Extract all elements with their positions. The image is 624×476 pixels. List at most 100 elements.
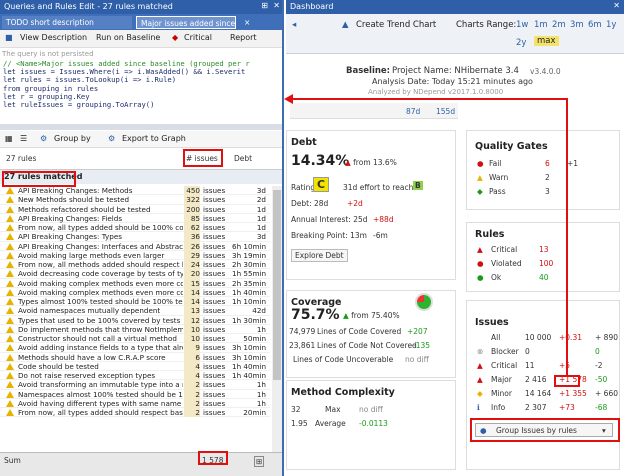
- range-2m[interactable]: 2m: [552, 20, 566, 30]
- issues-unit: issues: [203, 232, 226, 242]
- debt-value: 1h 10min: [232, 297, 267, 306]
- tab-155d[interactable]: 155d: [436, 107, 455, 116]
- analysis-date: Analysis Date: Today 15:21 minutes ago: [372, 77, 533, 86]
- range-2y[interactable]: 2y: [516, 38, 526, 48]
- table-row[interactable]: Do not raise reserved exception types 4 is…: [0, 371, 270, 381]
- dashboard-back-icon[interactable]: ◂: [292, 20, 296, 30]
- export-to-graph-button[interactable]: Export to Graph: [122, 134, 186, 143]
- tab-major-issues[interactable]: Major issues added since ba...: [136, 16, 236, 29]
- table-row[interactable]: Do implement methods that throw NotImple…: [0, 324, 270, 334]
- run-on-baseline-button[interactable]: Run on Baseline: [96, 33, 160, 42]
- tab-close-icon[interactable]: ×: [240, 16, 254, 29]
- table-row[interactable]: Avoid making complex methods even more c…: [0, 278, 270, 288]
- rules-critical[interactable]: Critical: [491, 245, 517, 254]
- table-row[interactable]: Avoid making complex methods even more c…: [0, 287, 270, 297]
- range-max[interactable]: max: [534, 36, 559, 46]
- table-row[interactable]: Avoid namespaces mutually dependent 13 iss…: [0, 306, 270, 316]
- severity-icon: ⊗: [477, 347, 484, 356]
- issue-severity[interactable]: Blocker: [491, 347, 519, 356]
- table-row[interactable]: From now, all types added should respect…: [0, 408, 270, 418]
- tab-87d[interactable]: 87d: [406, 107, 420, 116]
- report-button[interactable]: Report: [230, 33, 257, 42]
- issue-count: 29: [184, 250, 200, 260]
- qg-pass[interactable]: Pass: [489, 187, 506, 196]
- table-row[interactable]: Constructor should not call a virtual me…: [0, 334, 270, 344]
- table-row[interactable]: From now, all types added should be 100%…: [0, 223, 270, 233]
- tab-todo[interactable]: TODO short description: [2, 16, 132, 29]
- annual-interest-delta: +88d: [373, 215, 394, 224]
- table-row[interactable]: Methods refactored should be tested 200 is…: [0, 204, 270, 214]
- highlight-sum: [198, 451, 228, 465]
- pin-icon[interactable]: ⊞: [261, 1, 268, 10]
- qg-warn[interactable]: Warn: [489, 173, 508, 182]
- issue-severity[interactable]: Major: [491, 375, 512, 384]
- rule-name: Avoid having different types with same n…: [18, 398, 182, 408]
- rule-name: Methods refactored should be tested: [18, 204, 151, 214]
- rules-list: API Breaking Changes: Methods 450 issues 3d…: [0, 186, 270, 452]
- coverage-percent: 75.7%: [291, 307, 340, 323]
- issue-severity[interactable]: Minor: [491, 389, 512, 398]
- save-icon[interactable]: ■: [5, 33, 13, 42]
- table-row[interactable]: API Breaking Changes: Interfaces and Abs…: [0, 241, 270, 251]
- qg-fail[interactable]: Fail: [489, 159, 501, 168]
- range-1w[interactable]: 1w: [516, 20, 528, 30]
- warning-icon: [6, 399, 14, 407]
- debt-column-header[interactable]: Debt: [234, 154, 252, 163]
- editor-splitter[interactable]: [0, 124, 282, 130]
- issue-count: 14: [184, 297, 200, 307]
- covered-delta: +207: [407, 327, 428, 336]
- table-row[interactable]: API Breaking Changes: Methods 450 issues 3d: [0, 186, 270, 196]
- rule-name: Do implement methods that throw NotImple…: [18, 324, 183, 334]
- rule-name: Avoid adding instance fields to a type t…: [18, 343, 183, 353]
- rules-violated[interactable]: Violated: [491, 259, 522, 268]
- range-6m[interactable]: 6m: [588, 20, 602, 30]
- issue-severity[interactable]: Critical: [491, 361, 517, 370]
- range-3m[interactable]: 3m: [570, 20, 584, 30]
- query-editor[interactable]: // <Name>Major issues added since baseli…: [0, 60, 282, 124]
- table-row[interactable]: Types that used to be 100% covered by te…: [0, 315, 270, 325]
- range-1y[interactable]: 1y: [606, 20, 616, 30]
- range-1m[interactable]: 1m: [534, 20, 548, 30]
- vertical-scrollbar[interactable]: [272, 186, 282, 452]
- dashboard-close-icon[interactable]: ✕: [613, 1, 620, 10]
- table-row[interactable]: API Breaking Changes: Fields 85 issues 1d: [0, 213, 270, 223]
- table-row[interactable]: Avoid decreasing code coverage by tests …: [0, 269, 270, 279]
- pass-icon: ◆: [477, 187, 483, 196]
- table-row[interactable]: API Breaking Changes: Types 36 issues 3d: [0, 232, 270, 242]
- explore-debt-button[interactable]: Explore Debt: [291, 249, 348, 262]
- table-row[interactable]: Avoid transforming an immutable type int…: [0, 380, 270, 390]
- table-row[interactable]: Avoid adding instance fields to a type t…: [0, 343, 270, 353]
- rules-title: Rules: [475, 229, 505, 240]
- issue-count: 26: [184, 241, 200, 251]
- issues-unit: issues: [203, 195, 226, 205]
- rules-ok[interactable]: Ok: [491, 273, 501, 282]
- list-icon[interactable]: ☰: [20, 134, 27, 143]
- table-row[interactable]: Methods should have a low C.R.A.P score 6…: [0, 352, 270, 362]
- issues-unit: issues: [203, 186, 226, 195]
- create-trend-chart-button[interactable]: Create Trend Chart: [356, 20, 436, 30]
- table-row[interactable]: Avoid making large methods even larger 29…: [0, 250, 270, 260]
- qg-pass-count: 3: [545, 187, 550, 196]
- issue-severity[interactable]: Info: [491, 403, 505, 412]
- mini-tabs: 87d 155d: [290, 103, 458, 119]
- issue-severity[interactable]: All: [491, 333, 500, 342]
- view-description-button[interactable]: View Description: [20, 33, 87, 42]
- close-icon[interactable]: ✕: [273, 1, 280, 10]
- debt-percent: 14.34%: [291, 153, 350, 169]
- table-row[interactable]: Namespaces almost 100% tested should be …: [0, 389, 270, 399]
- table-row[interactable]: Code should be tested 4 issues 1h 40min: [0, 361, 270, 371]
- table-row[interactable]: New Methods should be tested 322 issues 2d: [0, 195, 270, 205]
- issue-count: 2: [184, 389, 200, 399]
- table-row[interactable]: From now, all methods added should respe…: [0, 260, 270, 270]
- max-label: Max: [325, 405, 341, 414]
- debt-value: 1h 30min: [232, 315, 267, 325]
- warning-icon: [6, 251, 14, 259]
- issue-added: +1 355: [559, 389, 587, 398]
- expand-icon[interactable]: ⊞: [254, 456, 265, 467]
- table-row[interactable]: Types almost 100% tested should be 100% …: [0, 297, 270, 307]
- tree-icon[interactable]: ▦: [5, 134, 13, 143]
- critical-toggle[interactable]: Critical: [184, 33, 212, 42]
- fail-icon: ●: [477, 159, 484, 168]
- table-row[interactable]: Avoid having different types with same n…: [0, 398, 270, 408]
- group-by-button[interactable]: Group by: [54, 134, 91, 143]
